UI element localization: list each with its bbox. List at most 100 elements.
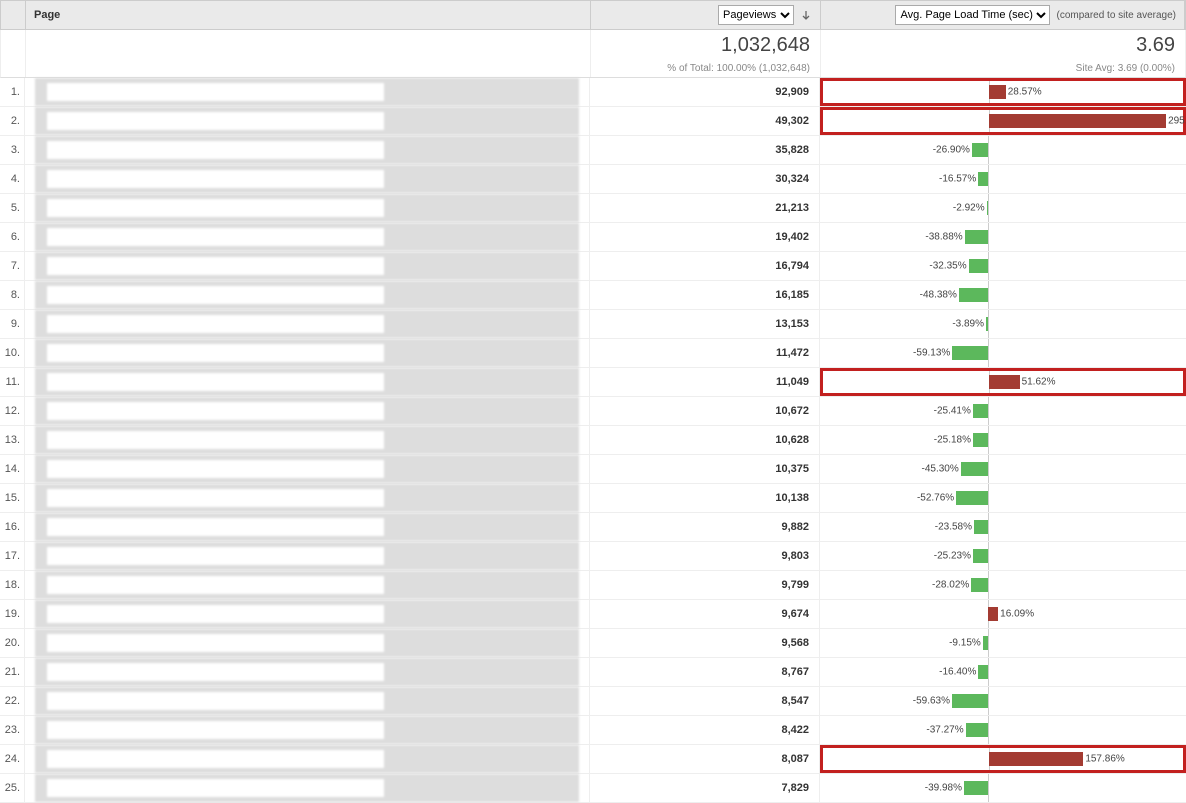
page-cell[interactable] [25, 223, 590, 251]
load-time-dropdown[interactable]: Avg. Page Load Time (sec) [895, 5, 1050, 25]
load-time-cell: -32.35% [820, 252, 1186, 280]
table-row: 15.10,138-52.76% [0, 484, 1186, 513]
table-row: 11.11,04951.62% [0, 368, 1186, 397]
pct-label: -3.89% [952, 319, 984, 330]
page-cell[interactable] [25, 136, 590, 164]
load-time-cell: -16.57% [820, 165, 1186, 193]
header-page-label[interactable]: Page [26, 1, 591, 29]
page-cell[interactable] [25, 281, 590, 309]
negative-bar [971, 578, 988, 592]
redacted-overlay [35, 223, 579, 251]
pageviews-cell: 7,829 [590, 774, 820, 802]
page-column-title: Page [34, 9, 60, 21]
page-cell[interactable] [25, 78, 590, 106]
load-time-cell: -39.98% [820, 774, 1186, 802]
pct-label: -16.57% [939, 174, 976, 185]
negative-bar [959, 288, 989, 302]
page-cell[interactable] [25, 426, 590, 454]
page-cell[interactable] [25, 455, 590, 483]
page-cell[interactable] [25, 484, 590, 512]
page-cell[interactable] [25, 310, 590, 338]
page-cell[interactable] [25, 600, 590, 628]
sort-down-icon[interactable] [800, 9, 812, 21]
row-index: 12. [0, 397, 25, 425]
pct-label: 16.09% [1000, 609, 1034, 620]
highlight-box: 295.79% [820, 107, 1186, 135]
load-bar-wrap: -25.23% [820, 542, 1186, 570]
load-bar-wrap: -9.15% [820, 629, 1186, 657]
load-time-cell: -59.63% [820, 687, 1186, 715]
center-axis [988, 455, 989, 483]
load-time-cell: -37.27% [820, 716, 1186, 744]
pct-label: -9.15% [949, 638, 981, 649]
page-cell[interactable] [25, 513, 590, 541]
load-bar-wrap: -16.40% [820, 658, 1186, 686]
load-bar-wrap: 16.09% [820, 600, 1186, 628]
center-axis [988, 629, 989, 657]
page-cell[interactable] [25, 397, 590, 425]
row-index: 19. [0, 600, 25, 628]
positive-bar [989, 752, 1084, 766]
negative-bar [969, 259, 989, 273]
row-index: 2. [0, 107, 25, 135]
row-index: 10. [0, 339, 25, 367]
page-cell[interactable] [25, 687, 590, 715]
center-axis [988, 774, 989, 802]
load-time-cell: 16.09% [820, 600, 1186, 628]
page-cell[interactable] [25, 716, 590, 744]
pageviews-dropdown[interactable]: Pageviews [718, 5, 794, 25]
negative-bar [972, 143, 988, 157]
redacted-overlay [35, 716, 579, 744]
center-axis [988, 716, 989, 744]
load-bar-wrap: -25.41% [820, 397, 1186, 425]
page-cell[interactable] [25, 542, 590, 570]
center-axis [988, 194, 989, 222]
negative-bar [974, 520, 988, 534]
center-axis [988, 484, 989, 512]
page-cell[interactable] [25, 774, 590, 802]
pct-label: 157.86% [1085, 754, 1124, 765]
pageviews-cell: 10,628 [590, 426, 820, 454]
negative-bar [987, 201, 989, 215]
row-index: 11. [0, 368, 25, 396]
redacted-overlay [35, 426, 579, 454]
load-time-cell: -2.92% [820, 194, 1186, 222]
positive-bar [989, 114, 1166, 128]
table-row: 2.49,302295.79% [0, 107, 1186, 136]
page-cell[interactable] [25, 368, 590, 396]
pct-label: -26.90% [933, 145, 970, 156]
page-cell[interactable] [25, 194, 590, 222]
load-bar-wrap: -28.02% [820, 571, 1186, 599]
page-cell[interactable] [25, 629, 590, 657]
pct-label: -16.40% [939, 667, 976, 678]
negative-bar [961, 462, 989, 476]
page-cell[interactable] [25, 339, 590, 367]
load-time-cell: 157.86% [820, 745, 1186, 773]
page-cell[interactable] [25, 107, 590, 135]
row-index: 6. [0, 223, 25, 251]
row-index: 25. [0, 774, 25, 802]
page-cell[interactable] [25, 165, 590, 193]
row-index: 14. [0, 455, 25, 483]
page-cell[interactable] [25, 252, 590, 280]
highlight-box: 28.57% [820, 78, 1186, 106]
center-axis [988, 252, 989, 280]
load-time-cell: -38.88% [820, 223, 1186, 251]
pct-label: -25.41% [934, 406, 971, 417]
negative-bar [966, 723, 989, 737]
redacted-overlay [35, 165, 579, 193]
table-row: 25. 7,829-39.98% [0, 774, 1186, 803]
page-cell[interactable] [25, 745, 590, 773]
negative-bar [978, 665, 988, 679]
load-time-cell: -25.18% [820, 426, 1186, 454]
load-time-cell: -26.90% [820, 136, 1186, 164]
table-row: 5.21,213-2.92% [0, 194, 1186, 223]
page-cell[interactable] [25, 571, 590, 599]
page-cell[interactable] [25, 658, 590, 686]
table-row: 12.10,672-25.41% [0, 397, 1186, 426]
pct-label: -59.13% [913, 348, 950, 359]
load-bar-wrap: -59.13% [820, 339, 1186, 367]
pageviews-cell: 9,882 [590, 513, 820, 541]
pageviews-cell: 13,153 [590, 310, 820, 338]
pageviews-cell: 9,799 [590, 571, 820, 599]
